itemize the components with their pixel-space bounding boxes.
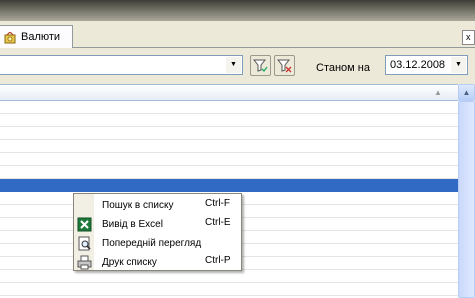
menu-item-print-preview[interactable]: Попередній перегляд: [74, 234, 241, 253]
tab-close-button[interactable]: x: [462, 30, 475, 45]
apply-filter-button[interactable]: [250, 55, 271, 76]
table-row[interactable]: [0, 114, 458, 127]
sort-ascending-icon: ▲: [434, 88, 442, 97]
tab-strip: Валюти: [0, 21, 475, 49]
table-row[interactable]: [0, 153, 458, 166]
context-menu: Пошук в списку Ctrl-F Вивід в Excel Ctrl…: [73, 193, 242, 271]
filter-combobox[interactable]: ▼: [0, 55, 243, 75]
tab-valyuty[interactable]: Валюти: [0, 25, 73, 48]
window-titlebar: [0, 0, 475, 21]
clear-filter-button[interactable]: [274, 55, 295, 76]
scroll-up-button[interactable]: ▲: [458, 84, 475, 101]
date-value: 03.12.2008: [390, 59, 446, 71]
menu-item-shortcut: Ctrl-F: [205, 198, 230, 209]
menu-item-label: Попередній перегляд: [102, 238, 202, 249]
grid-header[interactable]: ▲: [0, 84, 458, 101]
table-row[interactable]: [0, 101, 458, 114]
chevron-down-icon[interactable]: ▼: [451, 57, 466, 73]
print-preview-icon: [78, 236, 91, 251]
table-row-selected[interactable]: [0, 179, 458, 192]
excel-icon: [77, 217, 92, 232]
table-row[interactable]: [0, 140, 458, 153]
table-row[interactable]: [0, 283, 458, 296]
filter-icon: [253, 59, 268, 72]
chevron-down-icon[interactable]: ▼: [226, 57, 241, 73]
printer-icon: [77, 255, 92, 270]
table-row[interactable]: [0, 166, 458, 179]
menu-item-print-list[interactable]: Друк списку Ctrl-P: [74, 253, 241, 272]
filter-toolbar: ▼ Станом на 03.12.2008 ▼: [0, 49, 475, 84]
table-row[interactable]: [0, 127, 458, 140]
clear-filter-icon: [277, 59, 292, 73]
scroll-thumb[interactable]: [458, 101, 475, 298]
tab-label: Валюти: [21, 31, 61, 43]
currency-icon: [4, 32, 16, 44]
vertical-scrollbar[interactable]: ▲: [458, 84, 475, 298]
menu-item-shortcut: Ctrl-E: [205, 217, 231, 228]
date-picker[interactable]: 03.12.2008 ▼: [385, 55, 468, 75]
stanom-label: Станом на: [316, 62, 370, 74]
menu-item-label: Друк списку: [102, 257, 157, 268]
menu-item-label: Вивід в Excel: [102, 219, 163, 230]
menu-item-export-excel[interactable]: Вивід в Excel Ctrl-E: [74, 215, 241, 234]
menu-item-label: Пошук в списку: [102, 200, 174, 211]
menu-item-shortcut: Ctrl-P: [205, 255, 231, 266]
menu-item-search-list[interactable]: Пошук в списку Ctrl-F: [74, 196, 241, 215]
